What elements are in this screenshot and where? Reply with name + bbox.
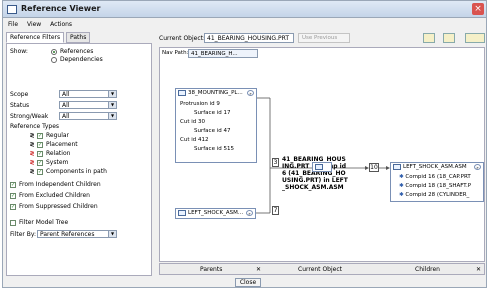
current-object-header: Current Object: [298, 266, 342, 273]
title-bar: Reference Viewer ×: [3, 1, 486, 18]
column-header-bar: Parents ✕ Current Object Children ✕: [159, 263, 485, 275]
feature-item[interactable]: Surface id 17: [194, 110, 230, 116]
component-item[interactable]: ✱ Compid 16 (18_CAP.PRT: [399, 174, 471, 180]
part-icon: [178, 90, 186, 96]
children-header: Children: [415, 266, 440, 273]
ref-type-system[interactable]: ≷ ✓ System: [27, 159, 68, 166]
link-number-badge: 7: [272, 206, 279, 215]
strong-weak-select[interactable]: All ▼: [59, 112, 117, 120]
close-children-icon[interactable]: ✕: [476, 266, 481, 273]
expand-icon[interactable]: »: [247, 90, 254, 96]
status-label: Status: [10, 102, 30, 109]
path-count-badge: 3: [272, 158, 279, 167]
expand-icon[interactable]: »: [474, 164, 481, 170]
feature-item[interactable]: Cut id 30: [180, 119, 205, 125]
reference-types-label: Reference Types: [10, 123, 60, 130]
component-item[interactable]: ✱ Compid 18 (18_SHAFT.P: [399, 183, 471, 189]
use-previous-button[interactable]: Use Previous: [298, 33, 350, 43]
toolbar-view-icon[interactable]: [443, 33, 455, 43]
graph-toolbar: Current Object: 41_BEARING_HOUSING.PRT U…: [155, 32, 486, 46]
current-object-label: Current Object:: [159, 35, 206, 42]
close-window-icon[interactable]: ×: [472, 3, 484, 15]
node-left-shock-asm-parent[interactable]: LEFT_SHOCK_ASM...»: [175, 208, 256, 219]
menu-view[interactable]: View: [27, 19, 41, 30]
references-radio[interactable]: References: [51, 48, 93, 55]
reference-viewer-window: Reference Viewer × File View Actions Ref…: [2, 0, 487, 288]
tab-paths[interactable]: Paths: [66, 32, 91, 43]
parents-header: Parents: [200, 266, 223, 273]
from-excluded-children-checkbox[interactable]: ✓ From Excluded Children: [10, 192, 90, 199]
scope-label: Scope: [10, 91, 29, 98]
link-number-badge: 10: [369, 163, 379, 172]
status-select[interactable]: All ▼: [59, 101, 117, 109]
close-button[interactable]: Close: [235, 278, 261, 287]
part-icon: [315, 164, 323, 170]
graph-area: Current Object: 41_BEARING_HOUSING.PRT U…: [155, 32, 486, 276]
menu-actions[interactable]: Actions: [50, 19, 72, 30]
app-icon: [7, 5, 17, 14]
menu-file[interactable]: File: [8, 19, 18, 30]
dependencies-radio[interactable]: Dependencies: [51, 56, 103, 63]
ref-type-relation[interactable]: ≷ ✓ Relation: [27, 150, 70, 157]
feature-item[interactable]: Protrusion id 9: [180, 101, 220, 107]
close-parents-icon[interactable]: ✕: [256, 266, 261, 273]
menu-bar: File View Actions: [3, 19, 486, 30]
component-item[interactable]: ✱ Compid 28 (CYLINDER_: [399, 192, 469, 198]
filter-by-label: Filter By:: [10, 231, 37, 238]
toolbar-options-icon[interactable]: [465, 33, 485, 43]
tab-reference-filters[interactable]: Reference Filters: [6, 32, 65, 43]
from-independent-children-checkbox[interactable]: ✓ From Independent Children: [10, 181, 101, 188]
feature-item[interactable]: Cut id 412: [180, 137, 209, 143]
filter-panel: Reference Filters Paths Show: References…: [6, 32, 152, 276]
feature-item[interactable]: Surface id 515: [194, 146, 234, 152]
ref-type-regular[interactable]: ≷ ✓ Regular: [27, 132, 69, 139]
ref-type-components-in-path[interactable]: ≷ ✓ Components in path: [27, 168, 106, 175]
filter-by-select[interactable]: Parent References ▼: [37, 230, 117, 238]
show-label: Show:: [10, 48, 28, 55]
assembly-icon: [178, 210, 186, 216]
from-suppressed-children-checkbox[interactable]: ✓ From Suppressed Children: [10, 203, 98, 210]
reference-graph-canvas[interactable]: Nav Path: 41_BEARING_H... 38_MOUNTING_PL…: [159, 47, 485, 262]
expand-icon[interactable]: »: [246, 210, 253, 216]
scope-select[interactable]: All ▼: [59, 90, 117, 98]
toolbar-layout-icon[interactable]: [423, 33, 435, 43]
ref-type-placement[interactable]: ≷ ✓ Placement: [27, 141, 77, 148]
assembly-icon: [393, 164, 401, 170]
node-mounting-plate[interactable]: 38_MOUNTING_PL...» Protrusion id 9 Surfa…: [175, 88, 257, 163]
current-object-node[interactable]: [312, 162, 332, 172]
window-title: Reference Viewer: [21, 4, 101, 13]
current-object-field[interactable]: 41_BEARING_HOUSING.PRT: [204, 33, 294, 43]
strong-weak-label: Strong/Weak: [10, 113, 49, 120]
node-left-shock-asm-child[interactable]: LEFT_SHOCK_ASM.ASM» ✱ Compid 16 (18_CAP.…: [390, 162, 484, 202]
filter-model-tree-checkbox[interactable]: Filter Model Tree: [10, 219, 68, 226]
feature-item[interactable]: Surface id 47: [194, 128, 230, 134]
